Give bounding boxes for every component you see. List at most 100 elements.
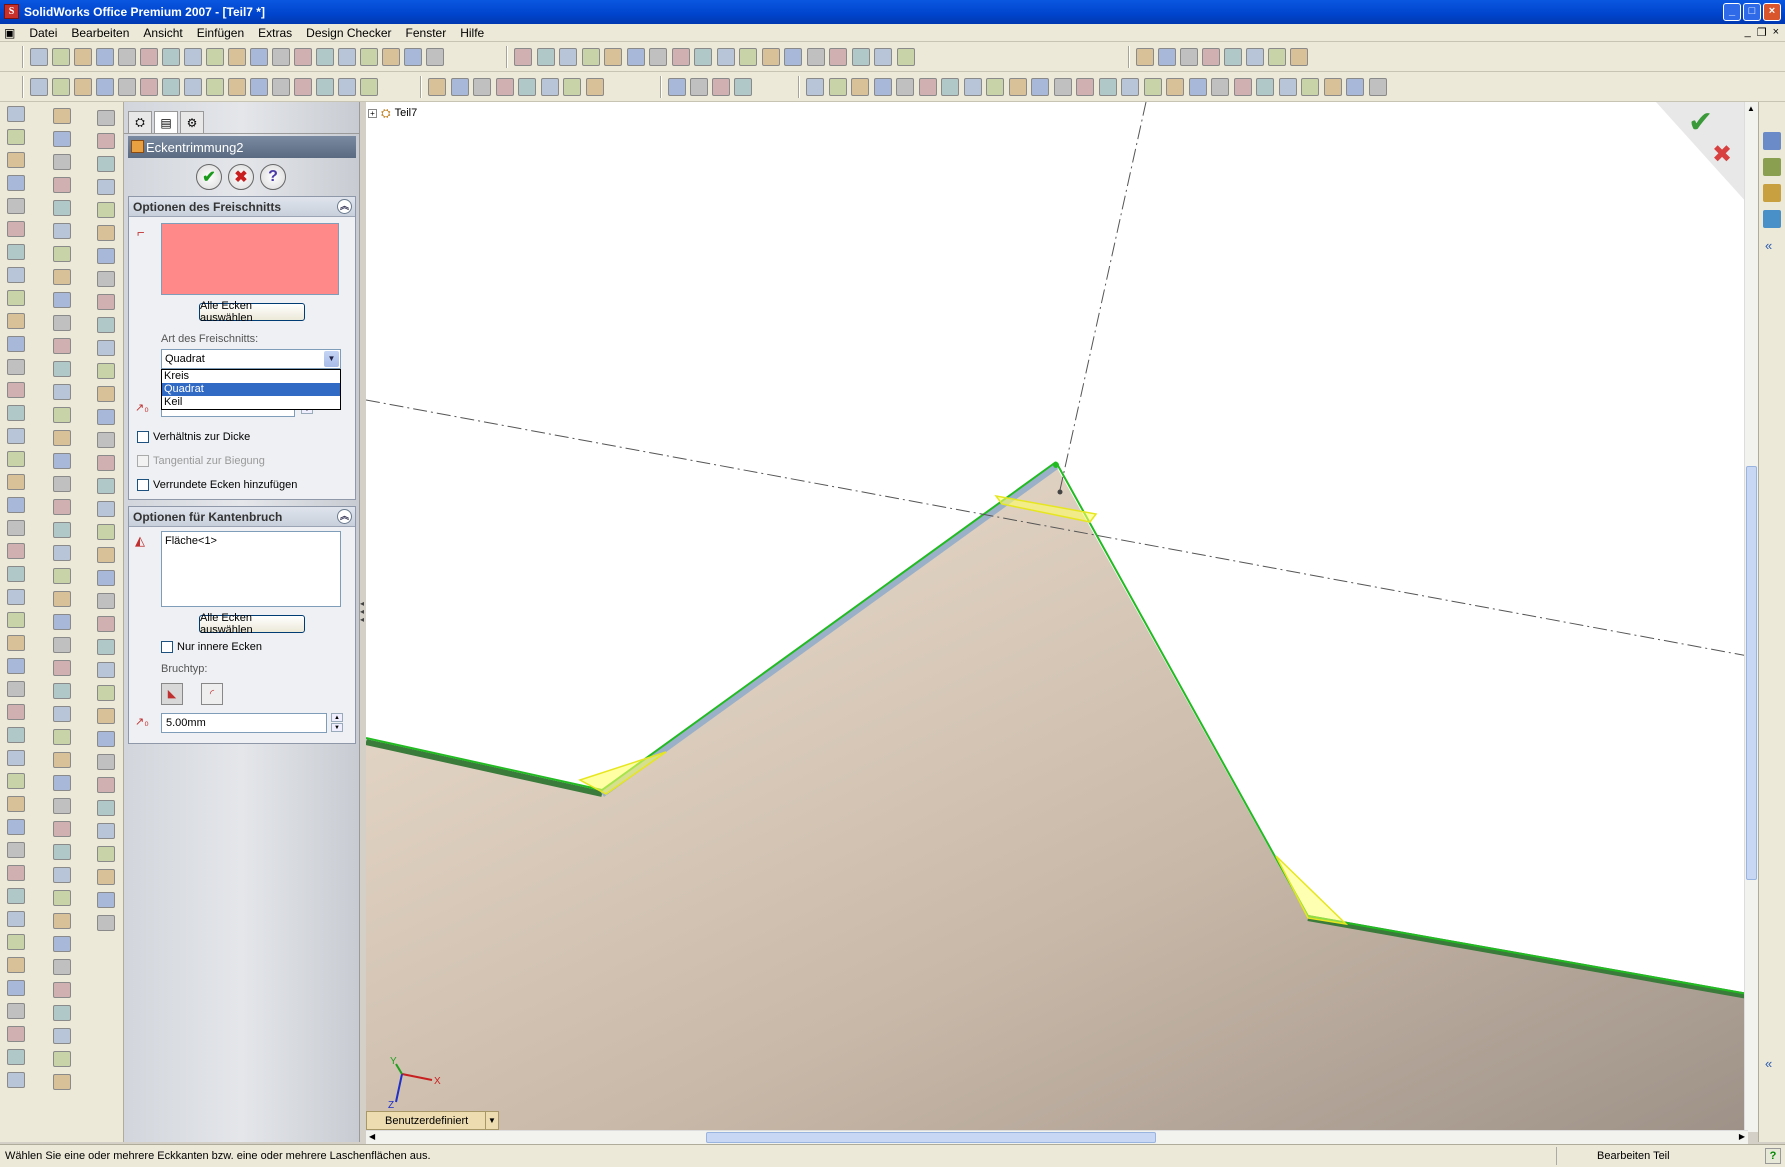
feature-command-icon[interactable]: [7, 1049, 25, 1065]
toolbar-tool-icon[interactable]: [1166, 78, 1184, 96]
feature-command-icon[interactable]: [7, 681, 25, 697]
feature-command-icon[interactable]: [7, 704, 25, 720]
feature-command-icon[interactable]: [7, 129, 25, 145]
feature-command-icon[interactable]: [53, 959, 71, 975]
toolbar-tool-icon[interactable]: [140, 78, 158, 96]
toolbar-tool-icon[interactable]: [941, 78, 959, 96]
feature-command-icon[interactable]: [7, 566, 25, 582]
toolbar-tool-icon[interactable]: [450, 78, 469, 96]
toolbar-tool-icon[interactable]: [52, 78, 70, 96]
feature-command-icon[interactable]: [7, 290, 25, 306]
menu-hilfe[interactable]: Hilfe: [453, 26, 491, 40]
toolbar-tool-icon[interactable]: [495, 78, 514, 96]
feature-command-icon[interactable]: [7, 980, 25, 996]
relief-options-header[interactable]: Optionen des Freischnitts ︽: [129, 197, 355, 217]
feature-command-icon[interactable]: [53, 108, 71, 124]
feature-command-icon[interactable]: [97, 110, 115, 126]
toolbar-tool-icon[interactable]: [559, 48, 577, 66]
toolbar-tool-icon[interactable]: [30, 78, 48, 96]
toolbar-tool-icon[interactable]: [874, 48, 892, 66]
toolbar-tool-icon[interactable]: [184, 78, 202, 96]
toolbar-tool-icon[interactable]: [1278, 78, 1297, 96]
feature-command-icon[interactable]: [53, 867, 71, 883]
view-orientation-button[interactable]: Benutzerdefiniert ▼: [366, 1111, 499, 1130]
feature-command-icon[interactable]: [97, 225, 115, 241]
feature-command-icon[interactable]: [53, 430, 71, 446]
feature-command-icon[interactable]: [7, 520, 25, 536]
feature-command-icon[interactable]: [7, 244, 25, 260]
toolbar-tool-icon[interactable]: [1368, 78, 1387, 96]
toolbar-tool-icon[interactable]: [118, 48, 136, 66]
break-faces-selection-box[interactable]: Fläche<1>: [161, 531, 341, 607]
feature-command-icon[interactable]: [7, 451, 25, 467]
toolbar-tool-icon[interactable]: [828, 78, 847, 96]
feature-command-icon[interactable]: [53, 223, 71, 239]
feature-command-icon[interactable]: [7, 313, 25, 329]
inner-corners-only-checkbox[interactable]: [161, 641, 173, 653]
menu-datei[interactable]: Datei: [22, 26, 64, 40]
toolbar-tool-icon[interactable]: [668, 78, 686, 96]
expand-taskpane-icon[interactable]: «: [1765, 238, 1772, 253]
toolbar-tool-icon[interactable]: [360, 48, 378, 66]
toolbar-tool-icon[interactable]: [1202, 48, 1220, 66]
feature-command-icon[interactable]: [53, 729, 71, 745]
feature-command-icon[interactable]: [53, 844, 71, 860]
toolbar-tool-icon[interactable]: [1268, 48, 1286, 66]
toolbar-tool-icon[interactable]: [851, 48, 870, 66]
toolbar-tool-icon[interactable]: [228, 78, 246, 96]
feature-command-icon[interactable]: [7, 1003, 25, 1019]
feature-command-icon[interactable]: [7, 819, 25, 835]
feature-command-icon[interactable]: [7, 1072, 25, 1088]
feature-command-icon[interactable]: [7, 382, 25, 398]
document-icon[interactable]: ▣: [0, 26, 22, 40]
feature-command-icon[interactable]: [97, 754, 115, 770]
toolbar-tool-icon[interactable]: [1256, 78, 1274, 96]
property-manager-icon[interactable]: ▤: [154, 111, 178, 133]
feature-command-icon[interactable]: [7, 934, 25, 950]
feature-command-icon[interactable]: [53, 1074, 71, 1090]
toolbar-tool-icon[interactable]: [74, 78, 92, 96]
feature-command-icon[interactable]: [97, 202, 115, 218]
toolbar-tool-icon[interactable]: [896, 78, 914, 96]
design-library-icon[interactable]: [1763, 158, 1781, 176]
feature-command-icon[interactable]: [97, 133, 115, 149]
feature-command-icon[interactable]: [53, 200, 71, 216]
minimize-button[interactable]: _: [1723, 3, 1741, 21]
toolbar-tool-icon[interactable]: [162, 48, 180, 66]
close-button[interactable]: ×: [1763, 3, 1781, 21]
toolbar-tool-icon[interactable]: [536, 48, 555, 66]
feature-command-icon[interactable]: [7, 911, 25, 927]
feature-command-icon[interactable]: [53, 384, 71, 400]
feature-command-icon[interactable]: [53, 269, 71, 285]
feature-command-icon[interactable]: [53, 890, 71, 906]
toolbar-tool-icon[interactable]: [140, 48, 158, 66]
toolbar-tool-icon[interactable]: [671, 48, 690, 66]
chevron-down-icon[interactable]: ▼: [485, 1111, 499, 1130]
fillet-break-icon[interactable]: ◜: [201, 683, 223, 705]
feature-command-icon[interactable]: [97, 731, 115, 747]
feature-command-icon[interactable]: [97, 524, 115, 540]
part-name[interactable]: Teil7: [395, 107, 418, 119]
feature-command-icon[interactable]: [7, 957, 25, 973]
toolbar-tool-icon[interactable]: [739, 48, 757, 66]
toolbar-tool-icon[interactable]: [1233, 78, 1252, 96]
toolbar-tool-icon[interactable]: [873, 78, 892, 96]
feature-command-icon[interactable]: [53, 798, 71, 814]
feature-command-icon[interactable]: [7, 221, 25, 237]
feature-command-icon[interactable]: [53, 706, 71, 722]
toolbar-tool-icon[interactable]: [1008, 78, 1027, 96]
toolbar-tool-icon[interactable]: [428, 78, 446, 96]
feature-command-icon[interactable]: [97, 294, 115, 310]
feature-command-icon[interactable]: [7, 474, 25, 490]
toolbar-tool-icon[interactable]: [784, 48, 802, 66]
feature-command-icon[interactable]: [53, 177, 71, 193]
feature-command-icon[interactable]: [7, 635, 25, 651]
toolbar-tool-icon[interactable]: [734, 78, 752, 96]
break-distance-field[interactable]: 5.00mm: [161, 713, 327, 733]
feature-command-icon[interactable]: [7, 865, 25, 881]
feature-command-icon[interactable]: [53, 246, 71, 262]
toolbar-tool-icon[interactable]: [1224, 48, 1242, 66]
toolbar-tool-icon[interactable]: [162, 78, 180, 96]
feature-command-icon[interactable]: [7, 589, 25, 605]
feature-command-icon[interactable]: [53, 683, 71, 699]
